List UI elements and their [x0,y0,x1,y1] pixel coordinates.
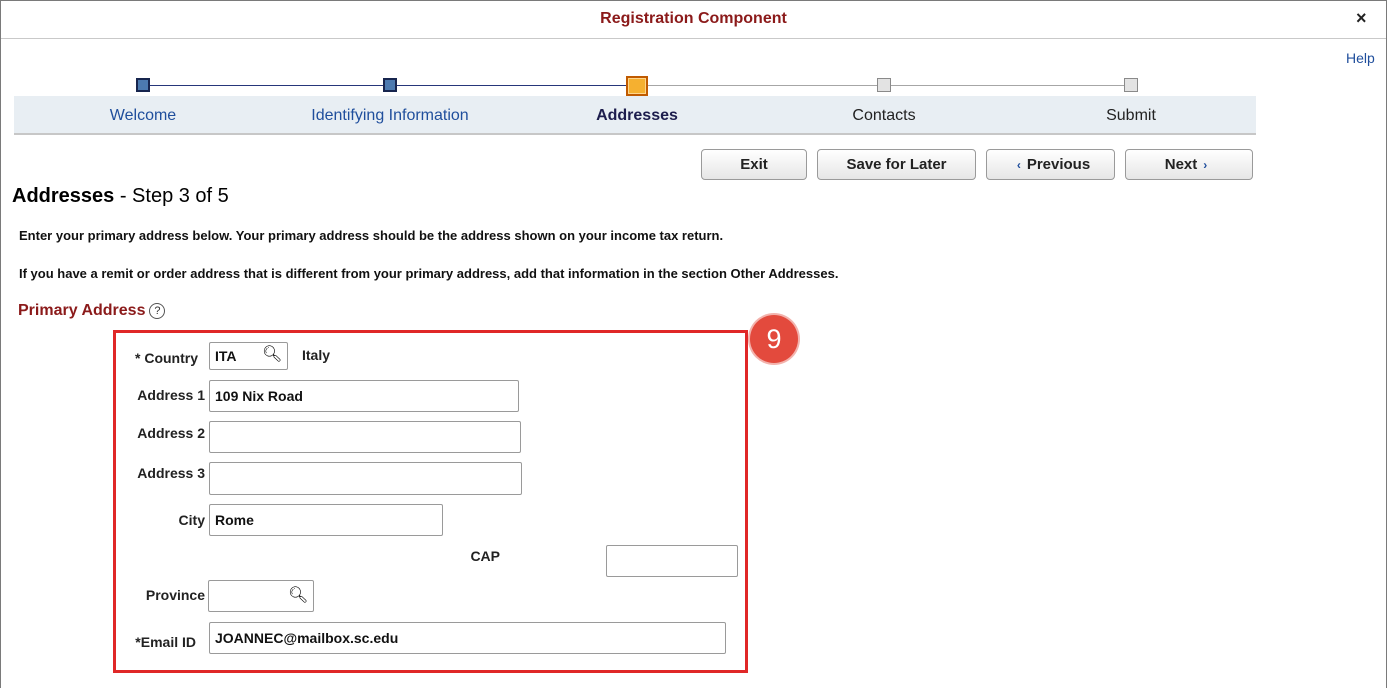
page-title-bold: Addresses [12,185,115,207]
country-label: * Country [135,350,198,366]
step-submit[interactable]: Submit [1021,107,1241,125]
page-title: Addresses - Step 3 of 5 [12,185,229,208]
province-label: Province [145,587,205,603]
exit-label: Exit [740,156,768,173]
previous-label: Previous [1026,156,1091,173]
city-label: City [178,512,205,528]
close-icon[interactable]: × [1356,8,1367,29]
section-primary-address: Primary Address? [18,302,166,320]
address1-label: Address 1 [137,387,205,403]
step-welcome[interactable]: Welcome [33,107,253,125]
help-icon[interactable]: ? [149,303,166,319]
exit-button[interactable]: Exit [701,149,807,180]
next-button[interactable]: Next › [1125,149,1253,180]
chevron-left-icon: ‹ [1016,157,1021,172]
step-marker-welcome[interactable] [136,78,150,92]
address3-input[interactable] [209,462,522,495]
email-label: *Email ID [135,634,196,650]
step-marker-addresses[interactable] [626,76,648,96]
search-icon[interactable]: 🔍︎ [262,344,282,364]
address1-input[interactable] [209,380,519,412]
email-input[interactable] [209,622,726,654]
step-marker-identifying-information[interactable] [383,78,397,92]
help-link[interactable]: Help [1346,50,1375,66]
address3-label: Address 3 [137,465,205,481]
address2-input[interactable] [209,421,521,453]
address2-label: Address 2 [137,425,205,441]
country-description: Italy [302,347,331,363]
save-for-later-button[interactable]: Save for Later [817,149,976,180]
search-icon[interactable]: 🔍︎ [288,585,308,605]
callout-badge: 9 [750,315,798,363]
city-input[interactable] [209,504,443,536]
save-for-later-label: Save for Later [846,156,947,173]
instruction-primary: Enter your primary address below. Your p… [19,228,724,243]
next-label: Next [1164,156,1198,173]
window-title: Registration Component [600,10,787,27]
step-addresses[interactable]: Addresses [527,107,747,125]
instruction-other: If you have a remit or order address tha… [19,266,839,281]
cap-label: CAP [470,548,500,564]
chevron-right-icon: › [1203,157,1208,172]
previous-button[interactable]: ‹ Previous [986,149,1115,180]
step-contacts[interactable]: Contacts [774,107,994,125]
section-title: Primary Address [18,302,146,319]
step-identifying-information[interactable]: Identifying Information [280,107,500,125]
cap-input[interactable] [606,545,738,577]
page-title-step: - Step 3 of 5 [114,185,229,207]
step-marker-contacts[interactable] [877,78,891,92]
step-marker-submit[interactable] [1124,78,1138,92]
